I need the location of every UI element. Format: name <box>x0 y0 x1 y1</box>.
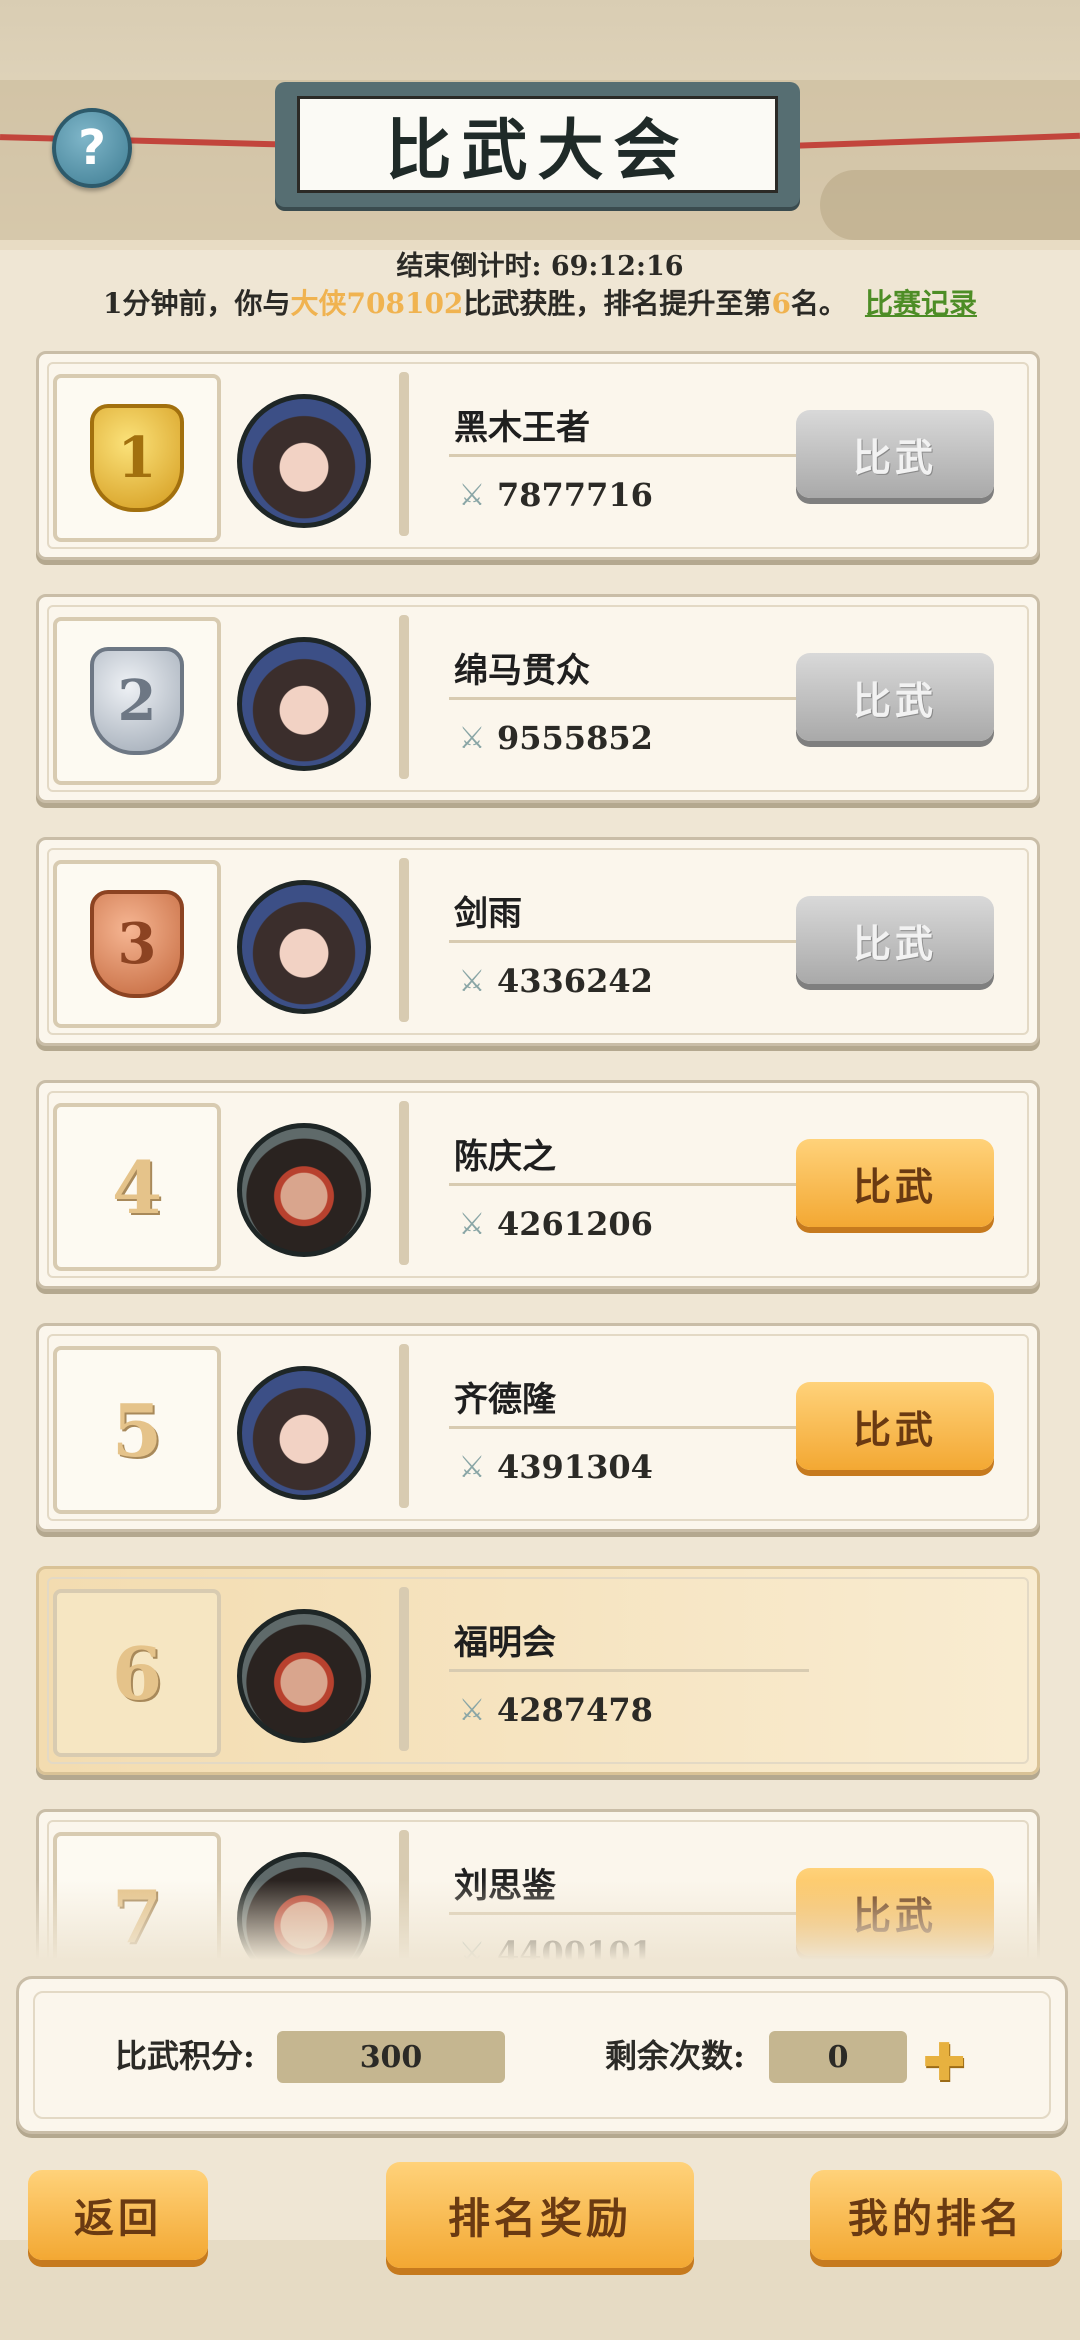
rank-badge: 1 <box>53 374 221 542</box>
points-label: 比武积分: <box>115 2037 255 2075</box>
divider <box>449 1426 809 1429</box>
bronze-medal-icon: 3 <box>90 890 184 998</box>
duel-button: 比武 <box>796 410 994 498</box>
player-name: 剑雨 <box>454 894 522 934</box>
divider <box>449 1183 809 1186</box>
leaderboard-row: 1 黑木王者 ⚔ 7877716 比武 <box>36 351 1040 560</box>
rank-badge: 6 <box>53 1589 221 1757</box>
player-avatar[interactable] <box>237 1366 371 1500</box>
remaining-label: 剩余次数: <box>605 2037 745 2075</box>
rank-number: 2 <box>117 668 157 734</box>
add-attempts-icon[interactable]: ✚ <box>921 2037 967 2089</box>
rank-badge: 3 <box>53 860 221 1028</box>
list-fade <box>0 1880 1080 1960</box>
divider <box>449 940 809 943</box>
crossed-swords-icon: ⚔ <box>458 1450 486 1485</box>
rank-badge: 2 <box>53 617 221 785</box>
player-name: 绵马贯众 <box>454 651 590 691</box>
stats-panel: 比武积分: 300 剩余次数: 0 ✚ <box>16 1976 1068 2134</box>
leaderboard-row: 6 福明会 ⚔ 4287478 <box>36 1566 1040 1775</box>
rank-number: 5 <box>111 1387 163 1473</box>
player-avatar[interactable] <box>237 880 371 1014</box>
duel-button[interactable]: 比武 <box>796 1382 994 1470</box>
crossed-swords-icon: ⚔ <box>458 478 486 513</box>
rank-rewards-button[interactable]: 排名奖励 <box>386 2162 694 2268</box>
gold-medal-icon: 1 <box>90 404 184 512</box>
back-button[interactable]: 返回 <box>28 2170 208 2260</box>
rank-number: 3 <box>117 911 157 977</box>
divider <box>449 697 809 700</box>
crossed-swords-icon: ⚔ <box>458 964 486 999</box>
divider <box>399 858 409 1022</box>
divider <box>399 1587 409 1751</box>
leaderboard-row: 4 陈庆之 ⚔ 4261206 比武 <box>36 1080 1040 1289</box>
player-name: 陈庆之 <box>454 1137 556 1177</box>
crossed-swords-icon: ⚔ <box>458 1693 486 1728</box>
player-avatar[interactable] <box>237 394 371 528</box>
player-avatar[interactable] <box>237 1123 371 1257</box>
divider <box>399 615 409 779</box>
duel-button: 比武 <box>796 896 994 984</box>
divider <box>399 372 409 536</box>
rank-number: 4 <box>111 1144 163 1230</box>
duel-button: 比武 <box>796 653 994 741</box>
player-name: 齐德隆 <box>454 1380 556 1420</box>
divider <box>399 1101 409 1265</box>
silver-medal-icon: 2 <box>90 647 184 755</box>
divider <box>449 1669 809 1672</box>
combat-power: 4261206 <box>497 1205 653 1243</box>
player-name: 黑木王者 <box>454 408 590 448</box>
combat-power: 9555852 <box>497 719 653 757</box>
combat-power: 4336242 <box>497 962 653 1000</box>
my-rank-button[interactable]: 我的排名 <box>810 2170 1062 2260</box>
leaderboard-row: 5 齐德隆 ⚔ 4391304 比武 <box>36 1323 1040 1532</box>
leaderboard-row: 3 剑雨 ⚔ 4336242 比武 <box>36 837 1040 1046</box>
player-name: 福明会 <box>454 1623 556 1663</box>
rank-badge: 4 <box>53 1103 221 1271</box>
combat-power: 4391304 <box>497 1448 653 1486</box>
crossed-swords-icon: ⚔ <box>458 721 486 756</box>
player-avatar[interactable] <box>237 637 371 771</box>
combat-power: 7877716 <box>497 476 653 514</box>
divider <box>399 1344 409 1508</box>
divider <box>449 454 809 457</box>
duel-button[interactable]: 比武 <box>796 1139 994 1227</box>
leaderboard-row: 2 绵马贯众 ⚔ 9555852 比武 <box>36 594 1040 803</box>
player-avatar[interactable] <box>237 1609 371 1743</box>
points-value: 300 <box>277 2031 505 2083</box>
crossed-swords-icon: ⚔ <box>458 1207 486 1242</box>
remaining-value: 0 <box>769 2031 907 2083</box>
rank-number: 1 <box>117 425 157 491</box>
leaderboard-list[interactable]: 1 黑木王者 ⚔ 7877716 比武 2 绵马贯众 ⚔ 9555852 比武 3 剑雨 ⚔ 433624… <box>0 0 1080 1960</box>
rank-number: 6 <box>111 1630 163 1716</box>
rank-badge: 5 <box>53 1346 221 1514</box>
combat-power: 4287478 <box>497 1691 653 1729</box>
